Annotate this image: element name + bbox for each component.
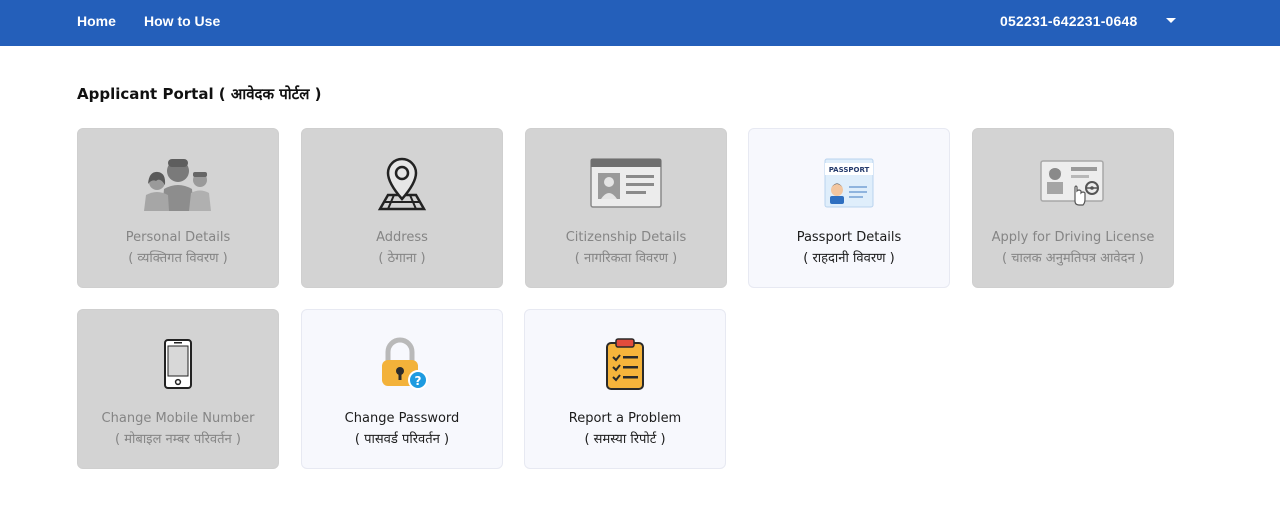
card-label-ne: ( ठेगाना ) — [378, 251, 426, 266]
page-title: Applicant Portal ( आवेदक पोर्टल ) — [77, 85, 322, 103]
clipboard-checklist-icon — [525, 336, 725, 392]
card-label-en: Change Password — [344, 411, 460, 426]
card-label-en: Change Mobile Number — [101, 411, 255, 426]
card-address[interactable]: Address ( ठेगाना ) — [301, 128, 503, 288]
card-label-en: Passport Details — [796, 230, 902, 245]
card-label-ne: ( व्यक्तिगत विवरण ) — [128, 251, 228, 266]
card-label-ne: ( मोबाइल नम्बर परिवर्तन ) — [115, 432, 241, 447]
nav-home-link[interactable]: Home — [77, 13, 116, 29]
card-label-en: Citizenship Details — [565, 230, 687, 245]
card-change-password[interactable]: ? Change Password ( पासवर्ड परिवर्तन ) — [301, 309, 503, 469]
top-navbar: Home How to Use 052231-642231-0648 — [0, 0, 1280, 46]
people-icon — [78, 155, 278, 211]
card-label-en: Apply for Driving License — [991, 230, 1155, 245]
card-label-ne: ( राहदानी विवरण ) — [803, 251, 895, 266]
nav-how-to-use-link[interactable]: How to Use — [144, 13, 220, 29]
user-id-menu[interactable]: 052231-642231-0648 — [1000, 13, 1138, 29]
mobile-phone-icon — [78, 336, 278, 392]
card-label-ne: ( चालक अनुमतिपत्र आवेदन ) — [1002, 251, 1144, 266]
card-apply-driving-license[interactable]: Apply for Driving License ( चालक अनुमतिप… — [972, 128, 1174, 288]
card-report-problem[interactable]: Report a Problem ( समस्या रिपोर्ट ) — [524, 309, 726, 469]
chevron-down-icon[interactable] — [1166, 18, 1176, 23]
card-citizenship-details[interactable]: Citizenship Details ( नागरिकता विवरण ) — [525, 128, 727, 288]
card-label-ne: ( पासवर्ड परिवर्तन ) — [354, 432, 450, 447]
card-change-mobile-number[interactable]: Change Mobile Number ( मोबाइल नम्बर परिव… — [77, 309, 279, 469]
svg-text:PASSPORT: PASSPORT — [829, 166, 870, 174]
map-pin-icon — [302, 155, 502, 211]
svg-text:?: ? — [415, 374, 422, 388]
card-label-en: Personal Details — [125, 230, 231, 245]
card-label-en: Report a Problem — [568, 411, 682, 426]
card-label-ne: ( समस्या रिपोर्ट ) — [584, 432, 666, 447]
card-label-en: Address — [376, 230, 428, 245]
passport-icon: PASSPORT — [749, 155, 949, 211]
card-personal-details[interactable]: Personal Details ( व्यक्तिगत विवरण ) — [77, 128, 279, 288]
card-label-ne: ( नागरिकता विवरण ) — [574, 251, 678, 266]
padlock-icon: ? — [302, 336, 502, 392]
id-card-icon — [526, 155, 726, 211]
driving-license-icon — [973, 155, 1173, 211]
card-passport-details[interactable]: PASSPORT Passport Details ( राहदानी विवर… — [748, 128, 950, 288]
